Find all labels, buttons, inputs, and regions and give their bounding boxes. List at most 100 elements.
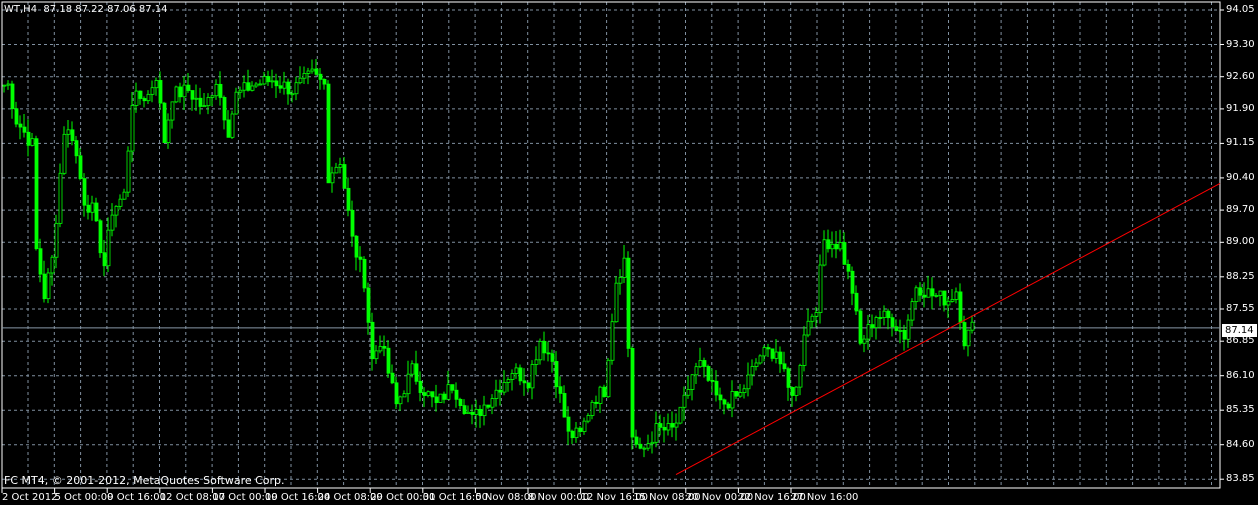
candle-body [830, 243, 835, 250]
candle-body [66, 129, 71, 135]
x-tick-label: 9 Oct 16:00 [107, 492, 167, 503]
candle-body [114, 205, 119, 216]
candle-body [918, 287, 923, 296]
candle-body [778, 351, 783, 365]
candle-body [462, 405, 467, 414]
candle-body [518, 367, 523, 382]
candle-body [146, 93, 151, 102]
candle-body [94, 202, 99, 222]
candle-body [426, 391, 431, 396]
candle-body [522, 380, 527, 384]
candle-body [386, 347, 391, 374]
candle-body [710, 380, 715, 382]
candle-body [242, 82, 247, 91]
candle-body [330, 172, 335, 184]
candle-body [226, 119, 231, 138]
candle-body [542, 340, 547, 354]
chart-title: WT,H4 87.18 87.22 87.06 87.14 [4, 4, 168, 15]
candle-body [506, 379, 511, 383]
candle-body [890, 317, 895, 328]
candle-body [74, 140, 79, 157]
candle-body [854, 292, 859, 312]
candle-body [802, 334, 807, 366]
candle-body [474, 408, 479, 415]
candle-body [278, 85, 283, 89]
candle-body [618, 277, 623, 284]
candle-body [582, 420, 587, 432]
candle-body [198, 97, 203, 107]
candle-body [798, 364, 803, 388]
candle-body [922, 294, 927, 298]
candle-body [266, 76, 271, 83]
candle-body [762, 347, 767, 357]
candle-body [970, 321, 975, 331]
candle-body [794, 386, 799, 396]
candle-body [46, 272, 51, 300]
candle-body [82, 178, 87, 206]
candle-body [390, 372, 395, 384]
candle-body [678, 406, 683, 424]
candle-body [706, 366, 711, 381]
candle-body [630, 347, 635, 438]
y-tick-label: 89.70 [1226, 204, 1255, 216]
candle-body [298, 77, 303, 84]
candle-body [138, 90, 143, 99]
candle-body [150, 87, 155, 95]
candle-body [942, 290, 947, 306]
candle-body [826, 239, 831, 250]
candle-body [566, 416, 571, 432]
candle-body [510, 373, 515, 380]
candle-body [562, 393, 567, 418]
candle-body [726, 403, 731, 409]
candle-body [626, 257, 631, 349]
candle-body [914, 287, 919, 303]
candle-body [718, 394, 723, 401]
candle-body [614, 282, 619, 323]
candle-body [270, 80, 275, 83]
candle-body [218, 83, 223, 98]
candle-body [254, 83, 259, 87]
candle-body [310, 68, 315, 72]
candle-body [290, 93, 295, 96]
candle-body [166, 119, 171, 143]
candle-body [14, 108, 19, 125]
candle-body [326, 83, 331, 184]
candle-body [930, 288, 935, 297]
candle-body [370, 321, 375, 360]
candle-body [90, 202, 95, 213]
candle-body [638, 443, 643, 449]
candle-body [910, 301, 915, 321]
candle-body [2, 84, 7, 87]
candle-body [866, 324, 871, 340]
candle-body [306, 70, 311, 74]
candle-body [526, 382, 531, 389]
candle-body [154, 80, 159, 89]
candle-body [934, 295, 939, 297]
candle-body [246, 82, 251, 91]
candle-body [258, 83, 263, 86]
candle-body [946, 300, 951, 306]
candle-body [958, 291, 963, 323]
price-chart[interactable] [0, 0, 1258, 505]
candle-body [642, 447, 647, 450]
high-value: 87.22 [75, 4, 104, 15]
candle-body [574, 427, 579, 439]
candle-body [494, 389, 499, 399]
y-tick-label: 88.25 [1226, 270, 1255, 282]
candle-body [282, 81, 287, 89]
candle-body [126, 150, 131, 193]
candle-body [438, 393, 443, 403]
candle-body [530, 364, 535, 389]
y-tick-label: 84.60 [1226, 438, 1255, 450]
candle-body [30, 138, 35, 146]
candle-body [174, 86, 179, 103]
candle-body [262, 76, 267, 85]
candle-body [570, 430, 575, 439]
candle-body [838, 242, 843, 250]
candle-body [546, 352, 551, 355]
candle-body [466, 411, 471, 414]
candle-body [338, 164, 343, 168]
candle-body [294, 82, 299, 95]
candle-body [814, 312, 819, 317]
candle-body [318, 73, 323, 80]
